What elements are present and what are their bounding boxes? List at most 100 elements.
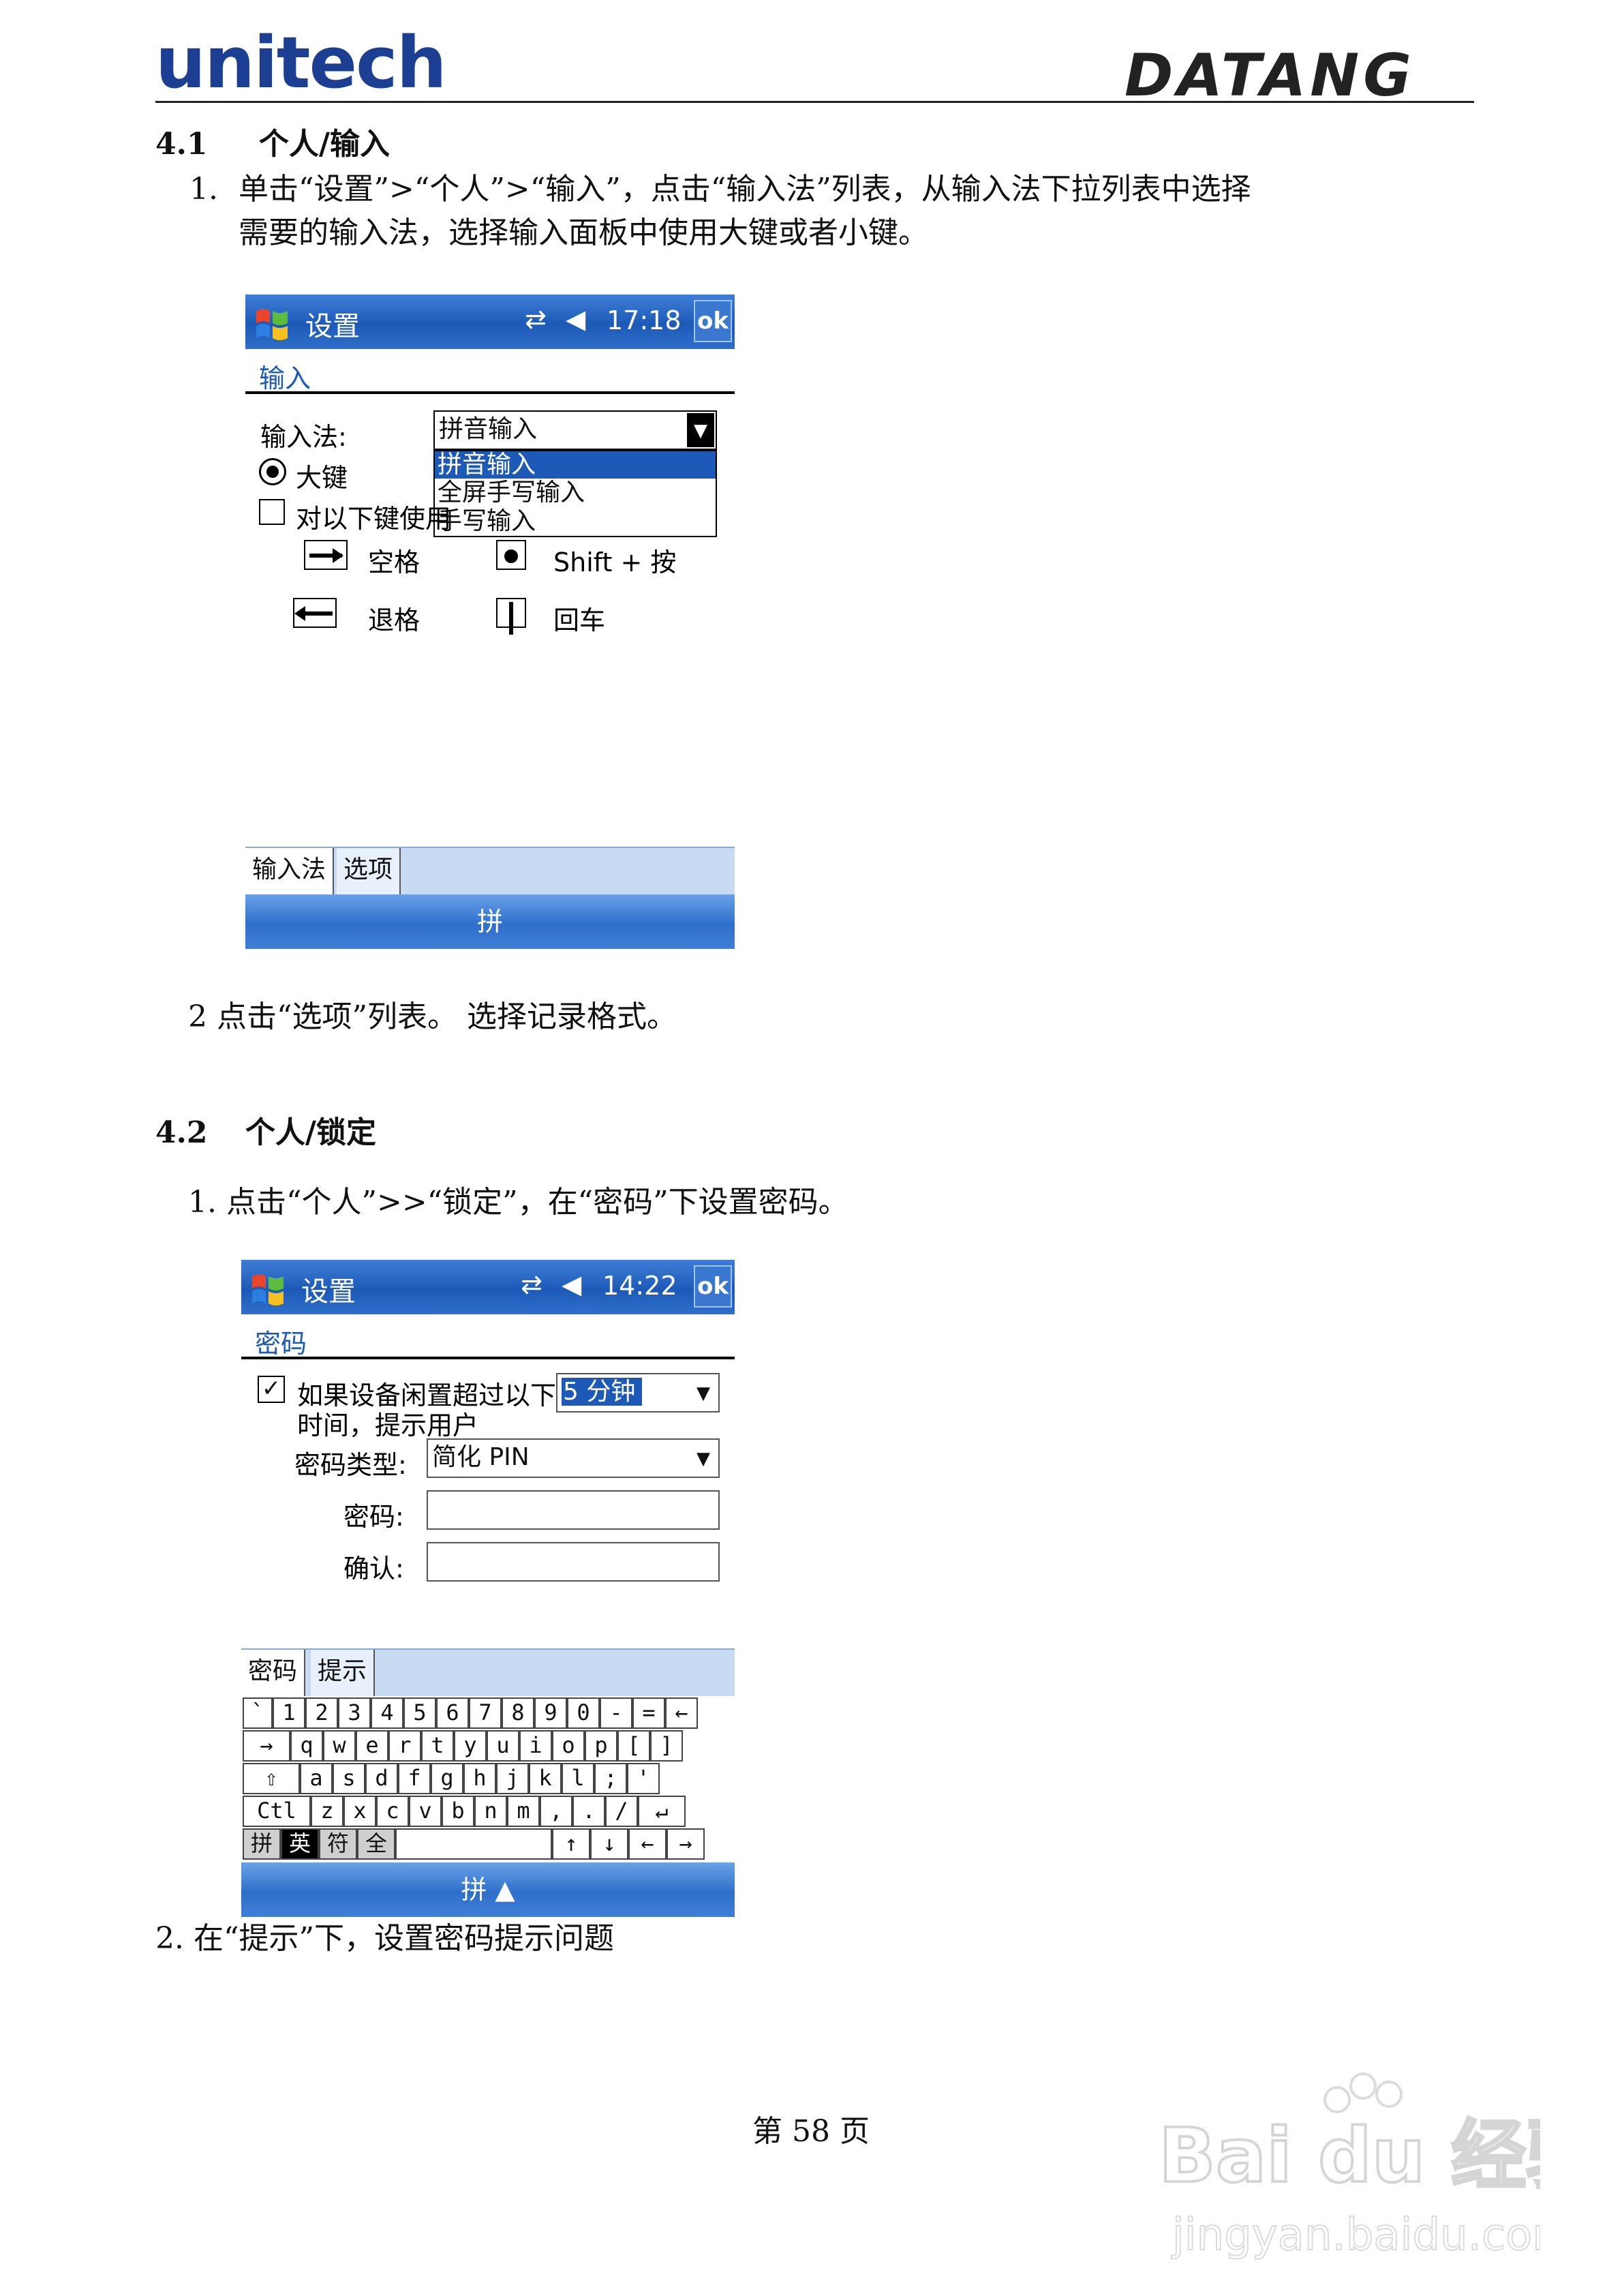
key[interactable]: 2: [305, 1697, 338, 1729]
key[interactable]: r: [388, 1730, 421, 1762]
enter-label: 回车: [553, 605, 606, 635]
svg-text:jingyan.baidu.com: jingyan.baidu.com: [1171, 2210, 1540, 2261]
key[interactable]: a: [300, 1763, 333, 1794]
key[interactable]: 拼: [243, 1828, 281, 1860]
key[interactable]: 英: [281, 1828, 319, 1860]
key[interactable]: o: [552, 1730, 585, 1762]
key[interactable]: u: [487, 1730, 519, 1762]
key[interactable]: =: [632, 1697, 665, 1729]
dropdown-option-selected[interactable]: 拼音输入: [435, 451, 716, 479]
key[interactable]: ←: [665, 1697, 698, 1729]
key[interactable]: z: [311, 1796, 343, 1827]
svg-text:DATANG: DATANG: [1124, 42, 1416, 110]
step-1-text: 1. 点击“个人”>>“锁定”，在“密码”下设置密码。: [188, 1185, 848, 1220]
key[interactable]: w: [323, 1730, 356, 1762]
key[interactable]: n: [474, 1796, 507, 1827]
dropdown-option[interactable]: 全屏手写输入: [435, 479, 716, 507]
key[interactable]: .: [572, 1796, 605, 1827]
key[interactable]: p: [585, 1730, 617, 1762]
key[interactable]: 4: [371, 1697, 403, 1729]
key[interactable]: c: [376, 1796, 409, 1827]
key[interactable]: 1: [273, 1697, 305, 1729]
key[interactable]: k: [529, 1763, 562, 1794]
chevron-down-icon[interactable]: ▼: [687, 413, 714, 447]
chevron-down-icon[interactable]: ▼: [690, 1376, 717, 1410]
space-key[interactable]: [395, 1828, 552, 1860]
key[interactable]: e: [356, 1730, 388, 1762]
password-field[interactable]: [427, 1490, 720, 1530]
gesture-checkbox[interactable]: [259, 499, 285, 525]
key[interactable]: j: [496, 1763, 529, 1794]
key[interactable]: 7: [469, 1697, 502, 1729]
key[interactable]: i: [519, 1730, 552, 1762]
big-key-radio[interactable]: [259, 458, 286, 485]
clock[interactable]: 14:22: [602, 1271, 677, 1301]
connectivity-icon[interactable]: ⇄: [525, 304, 547, 334]
tab-hint[interactable]: 提示: [311, 1650, 376, 1696]
password-type-select[interactable]: 简化 PIN ▼: [427, 1438, 720, 1478]
key[interactable]: q: [290, 1730, 323, 1762]
key[interactable]: m: [507, 1796, 540, 1827]
confirm-field[interactable]: [427, 1542, 720, 1582]
sip-bar[interactable]: 拼 ▲: [241, 1862, 735, 1917]
key[interactable]: 9: [534, 1697, 567, 1729]
key[interactable]: 3: [338, 1697, 371, 1729]
key[interactable]: ↑: [552, 1828, 590, 1860]
key[interactable]: 0: [567, 1697, 600, 1729]
input-method-select[interactable]: 拼音输入 ▼: [433, 410, 717, 450]
key[interactable]: `: [243, 1697, 273, 1729]
key[interactable]: 全: [357, 1828, 395, 1860]
key[interactable]: 8: [502, 1697, 534, 1729]
key[interactable]: →: [243, 1730, 290, 1762]
subheading: 输入: [259, 363, 311, 393]
key[interactable]: g: [431, 1763, 463, 1794]
idle-time-value: 5 分钟: [562, 1378, 643, 1406]
key[interactable]: v: [409, 1796, 442, 1827]
key[interactable]: ⇧: [243, 1763, 300, 1794]
key[interactable]: h: [463, 1763, 496, 1794]
key[interactable]: 6: [436, 1697, 469, 1729]
key[interactable]: [: [617, 1730, 650, 1762]
key[interactable]: d: [365, 1763, 398, 1794]
sip-bar[interactable]: 拼: [245, 894, 735, 949]
idle-time-select[interactable]: 5 分钟 ▼: [556, 1373, 720, 1413]
key[interactable]: f: [398, 1763, 431, 1794]
key[interactable]: ;: [594, 1763, 627, 1794]
key[interactable]: y: [454, 1730, 487, 1762]
ok-button[interactable]: ok: [694, 300, 732, 342]
key[interactable]: s: [333, 1763, 365, 1794]
key[interactable]: 5: [403, 1697, 436, 1729]
key[interactable]: ↓: [590, 1828, 628, 1860]
key[interactable]: /: [605, 1796, 638, 1827]
key[interactable]: x: [343, 1796, 376, 1827]
windows-start-icon[interactable]: [252, 301, 293, 342]
subheading-rule: [241, 1357, 735, 1359]
connectivity-icon[interactable]: ⇄: [521, 1269, 542, 1299]
pda-screen-password: 设置 ⇄ ◀︎ 14:22 ok 密码 ✓ 如果设备闲置超过以下 时间，提示用户…: [241, 1260, 735, 1917]
key[interactable]: -: [600, 1697, 632, 1729]
tab-options[interactable]: 选项: [337, 848, 401, 894]
key[interactable]: ': [627, 1763, 660, 1794]
key[interactable]: ]: [650, 1730, 683, 1762]
volume-icon[interactable]: ◀︎: [566, 304, 585, 334]
dropdown-option[interactable]: 手写输入: [435, 507, 716, 536]
windows-start-icon[interactable]: [248, 1267, 289, 1308]
clock[interactable]: 17:18: [607, 305, 682, 335]
dropdown-list: 拼音输入 全屏手写输入 手写输入: [433, 450, 717, 537]
step-number: 1.: [189, 172, 218, 207]
key[interactable]: ↵: [638, 1796, 686, 1827]
tab-input-method[interactable]: 输入法: [245, 848, 335, 894]
chevron-down-icon[interactable]: ▼: [690, 1441, 717, 1475]
key[interactable]: ←: [628, 1828, 667, 1860]
key[interactable]: t: [421, 1730, 454, 1762]
volume-icon[interactable]: ◀︎: [562, 1269, 581, 1299]
tab-password[interactable]: 密码: [241, 1650, 306, 1696]
key[interactable]: l: [562, 1763, 594, 1794]
key[interactable]: 符: [319, 1828, 357, 1860]
key[interactable]: Ctl: [243, 1796, 311, 1827]
key[interactable]: →: [667, 1828, 705, 1860]
key[interactable]: ,: [540, 1796, 572, 1827]
idle-prompt-checkbox[interactable]: ✓: [258, 1376, 285, 1403]
key[interactable]: b: [442, 1796, 474, 1827]
ok-button[interactable]: ok: [694, 1265, 732, 1308]
